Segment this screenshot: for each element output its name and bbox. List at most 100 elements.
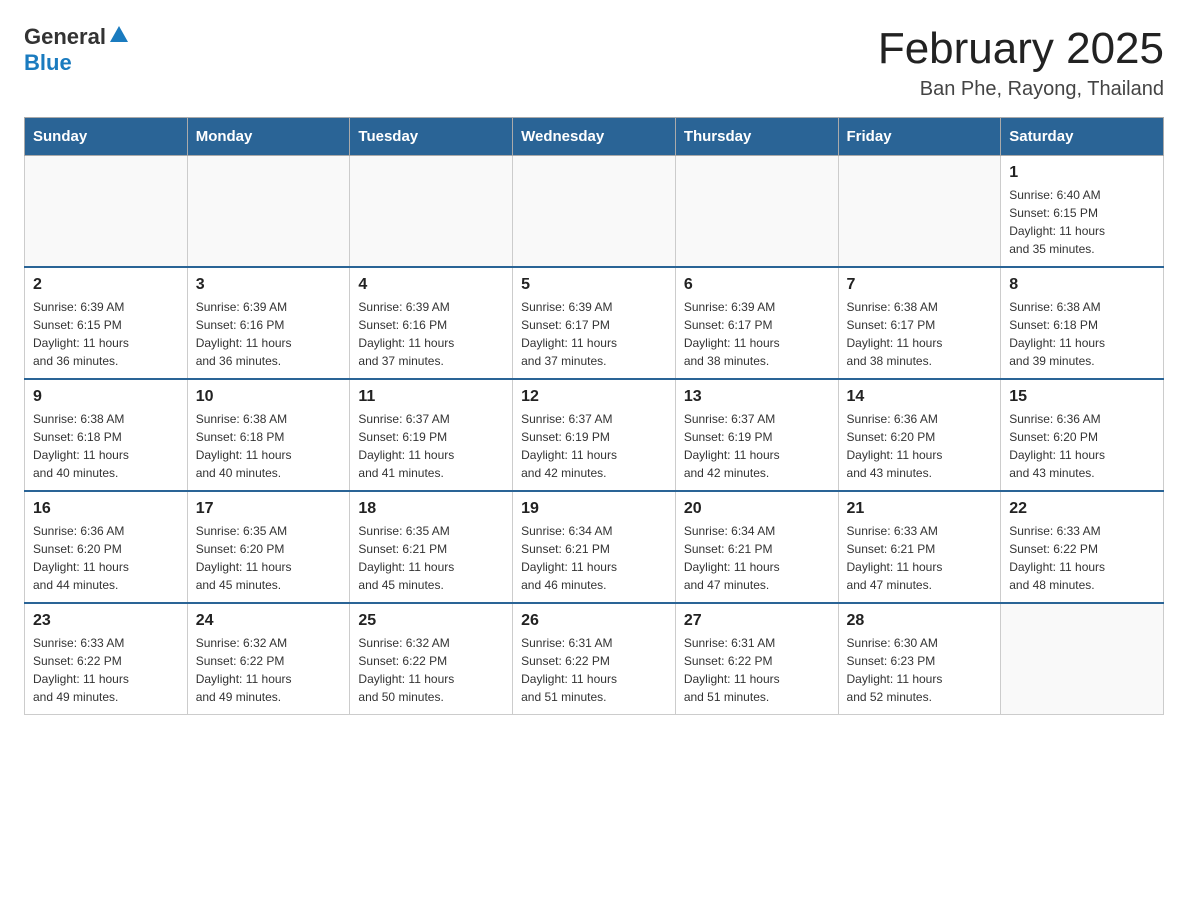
day-info: Sunrise: 6:39 AMSunset: 6:16 PMDaylight:…	[196, 298, 342, 370]
day-info: Sunrise: 6:33 AMSunset: 6:22 PMDaylight:…	[1009, 522, 1155, 594]
day-number: 15	[1009, 388, 1155, 406]
table-row: 9Sunrise: 6:38 AMSunset: 6:18 PMDaylight…	[25, 379, 188, 491]
day-number: 5	[521, 276, 667, 294]
month-title: February 2025	[878, 24, 1164, 74]
table-row: 21 Sunrise: 6:33 AMSunset: 6:21 PMDayligh…	[838, 491, 1001, 603]
day-info: Sunrise: 6:36 AMSunset: 6:20 PMDaylight:…	[847, 410, 993, 482]
table-row: 19Sunrise: 6:34 AMSunset: 6:21 PMDayligh…	[513, 491, 676, 603]
logo-general-text: General	[24, 24, 106, 50]
day-info: Sunrise: 6:37 AMSunset: 6:19 PMDaylight:…	[358, 410, 504, 482]
calendar-week-row: 16 Sunrise: 6:36 AMSunset: 6:20 PMDayligh…	[25, 491, 1164, 603]
day-number: 14	[847, 388, 993, 406]
table-row: 16 Sunrise: 6:36 AMSunset: 6:20 PMDayligh…	[25, 491, 188, 603]
table-row: 28 Sunrise: 6:30 AMSunset: 6:23 PMDayligh…	[838, 603, 1001, 715]
day-number: 21	[847, 500, 993, 518]
day-number: 1	[1009, 164, 1155, 182]
table-row: 4 Sunrise: 6:39 AMSunset: 6:16 PMDaylight…	[350, 267, 513, 379]
calendar-header-row: Sunday Monday Tuesday Wednesday Thursday…	[25, 118, 1164, 156]
header-saturday: Saturday	[1001, 118, 1164, 156]
day-number: 18	[358, 500, 504, 518]
day-number: 6	[684, 276, 830, 294]
day-number: 13	[684, 388, 830, 406]
header-tuesday: Tuesday	[350, 118, 513, 156]
calendar-week-row: 1 Sunrise: 6:40 AMSunset: 6:15 PMDaylight…	[25, 156, 1164, 268]
table-row: 2Sunrise: 6:39 AMSunset: 6:15 PMDaylight…	[25, 267, 188, 379]
calendar-table: Sunday Monday Tuesday Wednesday Thursday…	[24, 117, 1164, 715]
logo-blue-text: Blue	[24, 50, 72, 75]
table-row: 5 Sunrise: 6:39 AMSunset: 6:17 PMDaylight…	[513, 267, 676, 379]
day-info: Sunrise: 6:36 AMSunset: 6:20 PMDaylight:…	[1009, 410, 1155, 482]
table-row: 15 Sunrise: 6:36 AMSunset: 6:20 PMDayligh…	[1001, 379, 1164, 491]
day-info: Sunrise: 6:40 AMSunset: 6:15 PMDaylight:…	[1009, 186, 1155, 258]
day-number: 28	[847, 612, 993, 630]
day-info: Sunrise: 6:32 AMSunset: 6:22 PMDaylight:…	[196, 634, 342, 706]
calendar-week-row: 2Sunrise: 6:39 AMSunset: 6:15 PMDaylight…	[25, 267, 1164, 379]
table-row: 18 Sunrise: 6:35 AMSunset: 6:21 PMDayligh…	[350, 491, 513, 603]
day-info: Sunrise: 6:31 AMSunset: 6:22 PMDaylight:…	[684, 634, 830, 706]
day-number: 7	[847, 276, 993, 294]
table-row: 14 Sunrise: 6:36 AMSunset: 6:20 PMDayligh…	[838, 379, 1001, 491]
day-info: Sunrise: 6:38 AMSunset: 6:17 PMDaylight:…	[847, 298, 993, 370]
day-number: 17	[196, 500, 342, 518]
title-block: February 2025 Ban Phe, Rayong, Thailand	[878, 24, 1164, 101]
day-info: Sunrise: 6:37 AMSunset: 6:19 PMDaylight:…	[521, 410, 667, 482]
day-number: 10	[196, 388, 342, 406]
table-row: 1 Sunrise: 6:40 AMSunset: 6:15 PMDaylight…	[1001, 156, 1164, 268]
day-number: 11	[358, 388, 504, 406]
table-row: 24 Sunrise: 6:32 AMSunset: 6:22 PMDayligh…	[187, 603, 350, 715]
table-row	[350, 156, 513, 268]
table-row: 12 Sunrise: 6:37 AMSunset: 6:19 PMDayligh…	[513, 379, 676, 491]
table-row	[675, 156, 838, 268]
header-friday: Friday	[838, 118, 1001, 156]
day-number: 9	[33, 388, 179, 406]
table-row: 22 Sunrise: 6:33 AMSunset: 6:22 PMDayligh…	[1001, 491, 1164, 603]
day-info: Sunrise: 6:32 AMSunset: 6:22 PMDaylight:…	[358, 634, 504, 706]
day-info: Sunrise: 6:30 AMSunset: 6:23 PMDaylight:…	[847, 634, 993, 706]
day-number: 25	[358, 612, 504, 630]
table-row: 26Sunrise: 6:31 AMSunset: 6:22 PMDayligh…	[513, 603, 676, 715]
day-number: 24	[196, 612, 342, 630]
table-row: 6 Sunrise: 6:39 AMSunset: 6:17 PMDaylight…	[675, 267, 838, 379]
day-info: Sunrise: 6:39 AMSunset: 6:15 PMDaylight:…	[33, 298, 179, 370]
header-sunday: Sunday	[25, 118, 188, 156]
table-row	[187, 156, 350, 268]
day-info: Sunrise: 6:38 AMSunset: 6:18 PMDaylight:…	[196, 410, 342, 482]
day-info: Sunrise: 6:39 AMSunset: 6:16 PMDaylight:…	[358, 298, 504, 370]
day-info: Sunrise: 6:33 AMSunset: 6:22 PMDaylight:…	[33, 634, 179, 706]
table-row: 13 Sunrise: 6:37 AMSunset: 6:19 PMDayligh…	[675, 379, 838, 491]
day-info: Sunrise: 6:33 AMSunset: 6:21 PMDaylight:…	[847, 522, 993, 594]
table-row: 3Sunrise: 6:39 AMSunset: 6:16 PMDaylight…	[187, 267, 350, 379]
day-number: 22	[1009, 500, 1155, 518]
day-info: Sunrise: 6:35 AMSunset: 6:21 PMDaylight:…	[358, 522, 504, 594]
day-info: Sunrise: 6:39 AMSunset: 6:17 PMDaylight:…	[521, 298, 667, 370]
day-info: Sunrise: 6:37 AMSunset: 6:19 PMDaylight:…	[684, 410, 830, 482]
day-info: Sunrise: 6:36 AMSunset: 6:20 PMDaylight:…	[33, 522, 179, 594]
table-row	[513, 156, 676, 268]
table-row: 23 Sunrise: 6:33 AMSunset: 6:22 PMDayligh…	[25, 603, 188, 715]
day-info: Sunrise: 6:38 AMSunset: 6:18 PMDaylight:…	[1009, 298, 1155, 370]
day-number: 12	[521, 388, 667, 406]
table-row: 17 Sunrise: 6:35 AMSunset: 6:20 PMDayligh…	[187, 491, 350, 603]
table-row	[838, 156, 1001, 268]
day-info: Sunrise: 6:34 AMSunset: 6:21 PMDaylight:…	[684, 522, 830, 594]
table-row: 10 Sunrise: 6:38 AMSunset: 6:18 PMDayligh…	[187, 379, 350, 491]
day-number: 19	[521, 500, 667, 518]
day-info: Sunrise: 6:35 AMSunset: 6:20 PMDaylight:…	[196, 522, 342, 594]
calendar-week-row: 23 Sunrise: 6:33 AMSunset: 6:22 PMDayligh…	[25, 603, 1164, 715]
logo-triangle-icon	[108, 24, 130, 46]
table-row	[25, 156, 188, 268]
day-number: 8	[1009, 276, 1155, 294]
day-info: Sunrise: 6:31 AMSunset: 6:22 PMDaylight:…	[521, 634, 667, 706]
day-number: 23	[33, 612, 179, 630]
day-number: 16	[33, 500, 179, 518]
logo: General Blue	[24, 24, 130, 76]
table-row: 25 Sunrise: 6:32 AMSunset: 6:22 PMDayligh…	[350, 603, 513, 715]
table-row: 27Sunrise: 6:31 AMSunset: 6:22 PMDayligh…	[675, 603, 838, 715]
table-row: 8 Sunrise: 6:38 AMSunset: 6:18 PMDaylight…	[1001, 267, 1164, 379]
header-monday: Monday	[187, 118, 350, 156]
location-title: Ban Phe, Rayong, Thailand	[878, 78, 1164, 101]
table-row: 7 Sunrise: 6:38 AMSunset: 6:17 PMDaylight…	[838, 267, 1001, 379]
day-number: 4	[358, 276, 504, 294]
table-row: 11 Sunrise: 6:37 AMSunset: 6:19 PMDayligh…	[350, 379, 513, 491]
day-info: Sunrise: 6:39 AMSunset: 6:17 PMDaylight:…	[684, 298, 830, 370]
